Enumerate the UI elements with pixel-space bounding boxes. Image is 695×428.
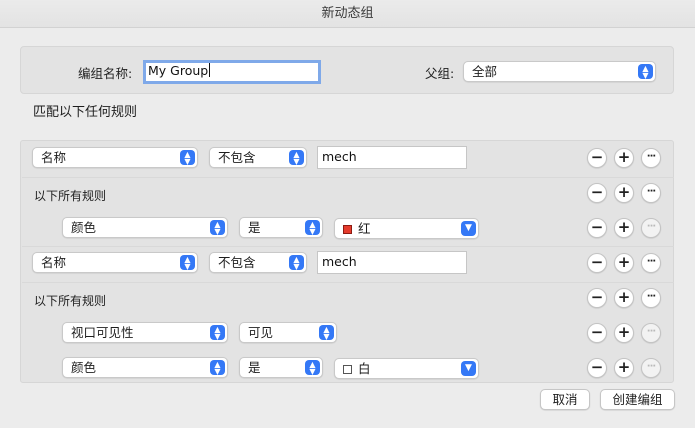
- up-down-arrows-icon: ▲ ▼: [319, 325, 334, 340]
- rule-field-select[interactable]: 颜色 ▲ ▼: [62, 217, 228, 238]
- row-separator: [22, 246, 674, 247]
- up-down-arrows-icon: ▲ ▼: [210, 220, 225, 235]
- remove-rule-button[interactable]: −: [587, 148, 607, 168]
- rule-field-select[interactable]: 视口可见性 ▲ ▼: [62, 322, 228, 343]
- rules-list: 名称 ▲ ▼ 不包含 ▲ ▼ mech − + ··· 以下所有规则 − + ···…: [20, 140, 674, 383]
- rule-operator-select[interactable]: 不包含 ▲ ▼: [209, 252, 307, 273]
- add-rule-button[interactable]: +: [614, 183, 634, 203]
- remove-rule-button[interactable]: −: [587, 358, 607, 378]
- rule-field-value: 名称: [41, 255, 67, 270]
- up-down-arrows-icon: ▲ ▼: [180, 255, 195, 270]
- group-rule-label: 以下所有规则: [34, 294, 107, 308]
- chevron-down-icon: ▼: [461, 221, 476, 236]
- rule-field-select[interactable]: 颜色 ▲ ▼: [62, 357, 228, 378]
- remove-rule-button[interactable]: −: [587, 288, 607, 308]
- remove-rule-button[interactable]: −: [587, 218, 607, 238]
- rule-field-value: 视口可见性: [71, 325, 134, 340]
- remove-rule-button[interactable]: −: [587, 253, 607, 273]
- up-down-arrows-icon: ▲ ▼: [210, 360, 225, 375]
- rule-operator-value: 不包含: [218, 150, 256, 165]
- add-rule-button[interactable]: +: [614, 288, 634, 308]
- more-options-button[interactable]: ···: [641, 323, 661, 343]
- up-down-arrows-icon: ▲ ▼: [305, 220, 320, 235]
- rules-section-title: 匹配以下任何规则: [33, 105, 138, 120]
- parent-group-label: 父组:: [425, 66, 455, 81]
- rule-field-select[interactable]: 名称 ▲ ▼: [32, 147, 198, 168]
- rule-value-text: mech: [322, 149, 357, 164]
- group-name-input[interactable]: My Group: [143, 60, 321, 84]
- rule-value-text: mech: [322, 254, 357, 269]
- add-rule-button[interactable]: +: [614, 253, 634, 273]
- up-down-arrows-icon: ▲ ▼: [289, 255, 304, 270]
- more-options-button[interactable]: ···: [641, 183, 661, 203]
- rule-value-input[interactable]: mech: [317, 146, 467, 169]
- rule-field-value: 颜色: [71, 360, 97, 375]
- rule-field-value: 名称: [41, 150, 67, 165]
- rule-field-value: 颜色: [71, 220, 97, 235]
- red-swatch-icon: [343, 225, 352, 234]
- row-separator: [22, 177, 674, 178]
- rule-operator-value: 不包含: [218, 255, 256, 270]
- group-rule-label: 以下所有规则: [34, 189, 107, 203]
- rule-operator-select[interactable]: 是 ▲ ▼: [239, 357, 323, 378]
- parent-group-value: 全部: [472, 64, 498, 79]
- create-group-button[interactable]: 创建编组: [600, 389, 675, 410]
- add-rule-button[interactable]: +: [614, 218, 634, 238]
- rule-operator-select[interactable]: 不包含 ▲ ▼: [209, 147, 307, 168]
- more-options-button[interactable]: ···: [641, 218, 661, 238]
- rule-field-select[interactable]: 名称 ▲ ▼: [32, 252, 198, 273]
- rule-operator-select[interactable]: 可见 ▲ ▼: [239, 322, 337, 343]
- rule-operator-select[interactable]: 是 ▲ ▼: [239, 217, 323, 238]
- window-title: 新动态组: [0, 0, 695, 28]
- text-caret: [209, 63, 211, 77]
- group-name-value: My Group: [148, 63, 209, 78]
- up-down-arrows-icon: ▲ ▼: [638, 64, 653, 79]
- more-options-button[interactable]: ···: [641, 253, 661, 273]
- remove-rule-button[interactable]: −: [587, 183, 607, 203]
- white-swatch-icon: [343, 365, 352, 374]
- rule-operator-value: 是: [248, 220, 261, 235]
- more-options-button[interactable]: ···: [641, 148, 661, 168]
- up-down-arrows-icon: ▲ ▼: [210, 325, 225, 340]
- cancel-button[interactable]: 取消: [540, 389, 590, 410]
- more-options-button[interactable]: ···: [641, 358, 661, 378]
- add-rule-button[interactable]: +: [614, 358, 634, 378]
- up-down-arrows-icon: ▲ ▼: [180, 150, 195, 165]
- rule-value-input[interactable]: mech: [317, 251, 467, 274]
- up-down-arrows-icon: ▲ ▼: [305, 360, 320, 375]
- color-value-select[interactable]: 白 ▼: [334, 358, 479, 379]
- group-header-panel: 编组名称: My Group 父组: 全部 ▲ ▼: [20, 46, 674, 94]
- color-value-text: 白: [358, 361, 371, 376]
- chevron-down-icon: ▼: [461, 361, 476, 376]
- rule-operator-value: 可见: [248, 325, 274, 340]
- more-options-button[interactable]: ···: [641, 288, 661, 308]
- up-down-arrows-icon: ▲ ▼: [289, 150, 304, 165]
- group-name-label: 编组名称:: [78, 66, 133, 81]
- remove-rule-button[interactable]: −: [587, 323, 607, 343]
- row-separator: [22, 282, 674, 283]
- parent-group-select[interactable]: 全部 ▲ ▼: [463, 61, 656, 82]
- rule-operator-value: 是: [248, 360, 261, 375]
- add-rule-button[interactable]: +: [614, 148, 634, 168]
- add-rule-button[interactable]: +: [614, 323, 634, 343]
- color-value-select[interactable]: 红 ▼: [334, 218, 479, 239]
- color-value-text: 红: [358, 221, 371, 236]
